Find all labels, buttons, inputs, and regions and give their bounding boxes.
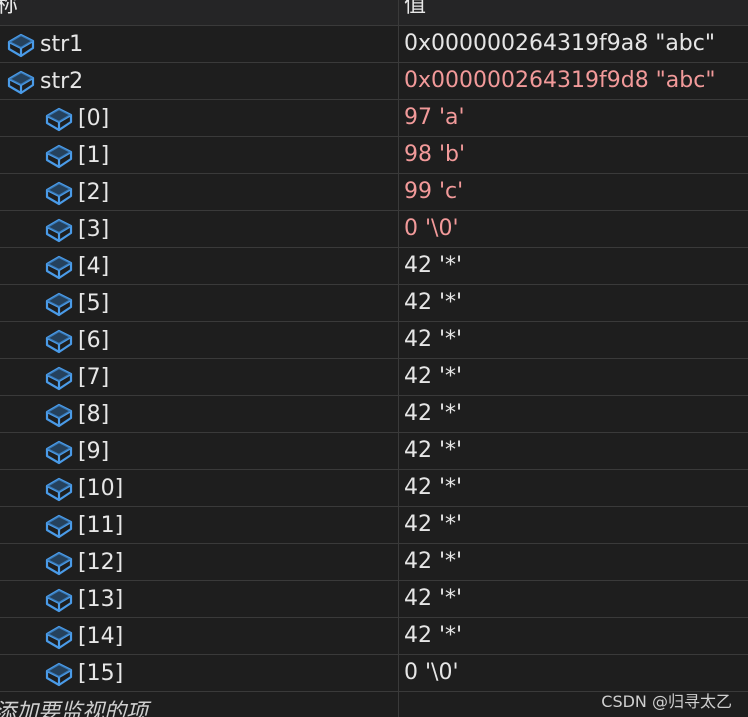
watch-row[interactable]: [12] 42 '*' [0,544,748,581]
row-name-cell: [12] [44,544,123,580]
row-value[interactable]: 42 '*' [404,322,462,358]
watch-row[interactable]: [1] 98 'b' [0,137,748,174]
row-name-cell: [15] [44,655,123,691]
watch-row[interactable]: [2] 99 'c' [0,174,748,211]
row-name-cell: [1] [44,137,109,173]
row-value[interactable]: 99 'c' [404,174,463,210]
add-watch-placeholder[interactable]: 添加要监视的项 [0,694,148,717]
row-name[interactable]: [12] [78,550,123,575]
row-name[interactable]: [7] [78,365,109,390]
row-name[interactable]: [5] [78,291,109,316]
field-icon [44,326,74,354]
watch-row[interactable]: [6] 42 '*' [0,322,748,359]
field-icon [44,585,74,613]
field-icon [44,104,74,132]
field-icon [44,659,74,687]
field-icon [6,30,36,58]
row-name-cell: str2 [6,63,83,99]
watch-row[interactable]: str2 0x000000264319f9d8 "abc" [0,63,748,100]
field-icon [44,252,74,280]
row-name[interactable]: [11] [78,513,123,538]
field-icon [44,437,74,465]
field-icon [44,141,74,169]
row-name[interactable]: [3] [78,217,109,242]
field-icon [44,622,74,650]
row-name-cell: [4] [44,248,109,284]
name-column-header[interactable]: 称 [0,0,18,21]
row-value[interactable]: 42 '*' [404,359,462,395]
value-column-header[interactable]: 值 [404,0,426,21]
watch-row[interactable]: [10] 42 '*' [0,470,748,507]
watch-row[interactable]: [7] 42 '*' [0,359,748,396]
field-icon [44,178,74,206]
watch-row[interactable]: [8] 42 '*' [0,396,748,433]
field-icon [44,215,74,243]
row-name-cell: [11] [44,507,123,543]
row-value[interactable]: 42 '*' [404,396,462,432]
row-name[interactable]: str1 [40,32,83,57]
row-name-cell: [7] [44,359,109,395]
column-divider[interactable] [398,0,399,717]
row-name-cell: [5] [44,285,109,321]
row-value[interactable]: 98 'b' [404,137,465,173]
row-name[interactable]: [0] [78,106,109,131]
row-name-cell: [0] [44,100,109,136]
row-name[interactable]: [4] [78,254,109,279]
row-name-cell: [14] [44,618,123,654]
watch-row[interactable]: [14] 42 '*' [0,618,748,655]
row-name[interactable]: [6] [78,328,109,353]
row-value[interactable]: 42 '*' [404,433,462,469]
row-value[interactable]: 42 '*' [404,618,462,654]
watch-row[interactable]: [0] 97 'a' [0,100,748,137]
field-icon [44,400,74,428]
row-value[interactable]: 0x000000264319f9a8 "abc" [404,26,715,62]
watch-window: 称 值 str1 0x000000264319f9a8 "abc" str2 0x00… [0,0,748,717]
row-name-cell: str1 [6,26,83,62]
row-name-cell: [13] [44,581,123,617]
row-name[interactable]: [8] [78,402,109,427]
row-name[interactable]: [15] [78,661,123,686]
row-value[interactable]: 0 '\0' [404,655,459,691]
watch-row[interactable]: [9] 42 '*' [0,433,748,470]
field-icon [44,363,74,391]
watermark: CSDN @归寻太乙 [601,692,732,711]
row-value[interactable]: 42 '*' [404,248,462,284]
row-name-cell: [10] [44,470,123,506]
row-name-cell: [8] [44,396,109,432]
row-name-cell: [3] [44,211,109,247]
row-name[interactable]: [10] [78,476,123,501]
row-name-cell: [6] [44,322,109,358]
watch-row[interactable]: [3] 0 '\0' [0,211,748,248]
field-icon [44,548,74,576]
row-name-cell: [9] [44,433,109,469]
row-name[interactable]: str2 [40,69,83,94]
row-name[interactable]: [2] [78,180,109,205]
watch-row[interactable]: [13] 42 '*' [0,581,748,618]
add-watch-row[interactable]: 添加要监视的项 [0,690,398,717]
watch-row[interactable]: str1 0x000000264319f9a8 "abc" [0,26,748,63]
row-name[interactable]: [9] [78,439,109,464]
field-icon [44,474,74,502]
field-icon [44,511,74,539]
watch-row[interactable]: [11] 42 '*' [0,507,748,544]
row-value[interactable]: 42 '*' [404,470,462,506]
field-icon [44,289,74,317]
row-value[interactable]: 97 'a' [404,100,465,136]
row-name[interactable]: [14] [78,624,123,649]
row-value[interactable]: 0 '\0' [404,211,459,247]
row-name[interactable]: [1] [78,143,109,168]
row-name-cell: [2] [44,174,109,210]
row-value[interactable]: 42 '*' [404,544,462,580]
watch-row[interactable]: [15] 0 '\0' [0,655,748,692]
field-icon [6,67,36,95]
watch-row[interactable]: [4] 42 '*' [0,248,748,285]
row-value[interactable]: 42 '*' [404,507,462,543]
row-value[interactable]: 0x000000264319f9d8 "abc" [404,63,715,99]
watch-row[interactable]: [5] 42 '*' [0,285,748,322]
row-value[interactable]: 42 '*' [404,581,462,617]
row-value[interactable]: 42 '*' [404,285,462,321]
watch-header: 称 值 [0,0,748,26]
row-name[interactable]: [13] [78,587,123,612]
